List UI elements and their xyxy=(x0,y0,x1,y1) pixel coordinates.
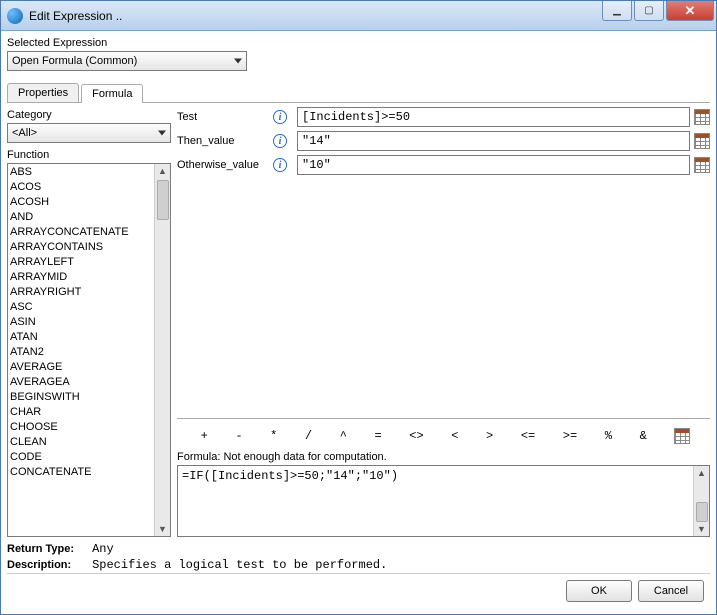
function-item[interactable]: CONCATENATE xyxy=(10,465,152,480)
description-label: Description: xyxy=(7,557,89,573)
formula-textarea[interactable]: =IF([Incidents]>=50;"14";"10") ▲ ▼ xyxy=(177,465,710,537)
info-icon[interactable]: i xyxy=(273,134,287,148)
operator-button[interactable]: & xyxy=(636,427,651,445)
selected-expression-label: Selected Expression xyxy=(7,37,710,49)
function-item[interactable]: ARRAYCONTAINS xyxy=(10,240,152,255)
operator-bar: +-*/^=<><><=>=%& xyxy=(177,418,710,447)
function-item[interactable]: ATAN2 xyxy=(10,345,152,360)
window-title: Edit Expression .. xyxy=(29,9,600,23)
tab-formula[interactable]: Formula xyxy=(81,84,143,103)
param-test-label: Test xyxy=(177,111,277,123)
grid-icon[interactable] xyxy=(694,133,710,149)
tab-properties[interactable]: Properties xyxy=(7,83,79,102)
param-then-label: Then_value xyxy=(177,135,277,147)
operator-button[interactable]: % xyxy=(601,427,616,445)
scrollbar[interactable]: ▲ ▼ xyxy=(154,164,170,536)
param-otherwise-input[interactable]: "10" xyxy=(297,155,690,175)
function-item[interactable]: CHOOSE xyxy=(10,420,152,435)
function-item[interactable]: AND xyxy=(10,210,152,225)
operator-button[interactable]: / xyxy=(301,427,316,445)
function-label: Function xyxy=(7,149,171,161)
return-type-value: Any xyxy=(92,542,114,556)
chevron-down-icon xyxy=(234,59,242,64)
function-item[interactable]: CLEAN xyxy=(10,435,152,450)
function-item[interactable]: ASC xyxy=(10,300,152,315)
function-item[interactable]: ARRAYLEFT xyxy=(10,255,152,270)
formula-status: Formula: Not enough data for computation… xyxy=(177,451,710,463)
operator-button[interactable]: ^ xyxy=(336,427,351,445)
operator-button[interactable]: < xyxy=(447,427,462,445)
operator-button[interactable]: <> xyxy=(405,427,427,445)
description-value: Specifies a logical test to be performed… xyxy=(92,558,387,572)
function-item[interactable]: AVERAGEA xyxy=(10,375,152,390)
category-label: Category xyxy=(7,109,171,121)
function-item[interactable]: ARRAYRIGHT xyxy=(10,285,152,300)
formula-text: =IF([Incidents]>=50;"14";"10") xyxy=(178,466,693,536)
app-icon xyxy=(7,8,23,24)
scroll-down-icon[interactable]: ▼ xyxy=(695,522,709,536)
operator-button[interactable]: >= xyxy=(559,427,581,445)
minimize-button[interactable]: ▁ xyxy=(602,1,632,21)
operator-button[interactable]: <= xyxy=(517,427,539,445)
param-otherwise-label: Otherwise_value xyxy=(177,159,277,171)
function-item[interactable]: ABS xyxy=(10,165,152,180)
scroll-thumb[interactable] xyxy=(157,180,169,220)
function-item[interactable]: ACOSH xyxy=(10,195,152,210)
titlebar[interactable]: Edit Expression .. ▁ ▢ ✕ xyxy=(1,1,716,31)
operator-button[interactable]: * xyxy=(266,427,281,445)
scroll-down-icon[interactable]: ▼ xyxy=(156,522,170,536)
category-dropdown[interactable]: <All> xyxy=(7,123,171,143)
category-value: <All> xyxy=(12,127,37,139)
info-icon[interactable]: i xyxy=(273,110,287,124)
function-item[interactable]: ARRAYCONCATENATE xyxy=(10,225,152,240)
chevron-down-icon xyxy=(158,131,166,136)
cancel-button[interactable]: Cancel xyxy=(638,580,704,602)
grid-icon[interactable] xyxy=(694,157,710,173)
operator-button[interactable]: = xyxy=(370,427,385,445)
maximize-button[interactable]: ▢ xyxy=(634,1,664,21)
scrollbar[interactable]: ▲ ▼ xyxy=(693,466,709,536)
tab-bar: Properties Formula xyxy=(7,81,710,103)
function-item[interactable]: CODE xyxy=(10,450,152,465)
close-button[interactable]: ✕ xyxy=(666,1,714,21)
function-item[interactable]: ARRAYMID xyxy=(10,270,152,285)
function-item[interactable]: AVERAGE xyxy=(10,360,152,375)
operator-button[interactable]: + xyxy=(197,427,212,445)
grid-icon[interactable] xyxy=(694,109,710,125)
info-icon[interactable]: i xyxy=(273,158,287,172)
param-then-input[interactable]: "14" xyxy=(297,131,690,151)
dialog-window: Edit Expression .. ▁ ▢ ✕ Selected Expres… xyxy=(0,0,717,615)
function-item[interactable]: ACOS xyxy=(10,180,152,195)
function-item[interactable]: BEGINSWITH xyxy=(10,390,152,405)
scroll-up-icon[interactable]: ▲ xyxy=(695,466,709,480)
ok-button[interactable]: OK xyxy=(566,580,632,602)
function-list[interactable]: ABSACOSACOSHANDARRAYCONCATENATEARRAYCONT… xyxy=(7,163,171,537)
param-test-input[interactable]: [Incidents]>=50 xyxy=(297,107,690,127)
function-item[interactable]: ATAN xyxy=(10,330,152,345)
function-item[interactable]: ASIN xyxy=(10,315,152,330)
function-item[interactable]: CHAR xyxy=(10,405,152,420)
scroll-thumb[interactable] xyxy=(696,502,708,522)
selected-expression-value: Open Formula (Common) xyxy=(12,55,137,67)
selected-expression-dropdown[interactable]: Open Formula (Common) xyxy=(7,51,247,71)
return-type-label: Return Type: xyxy=(7,541,89,557)
grid-icon[interactable] xyxy=(674,428,690,444)
operator-button[interactable]: - xyxy=(231,427,246,445)
operator-button[interactable]: > xyxy=(482,427,497,445)
scroll-up-icon[interactable]: ▲ xyxy=(156,164,170,178)
